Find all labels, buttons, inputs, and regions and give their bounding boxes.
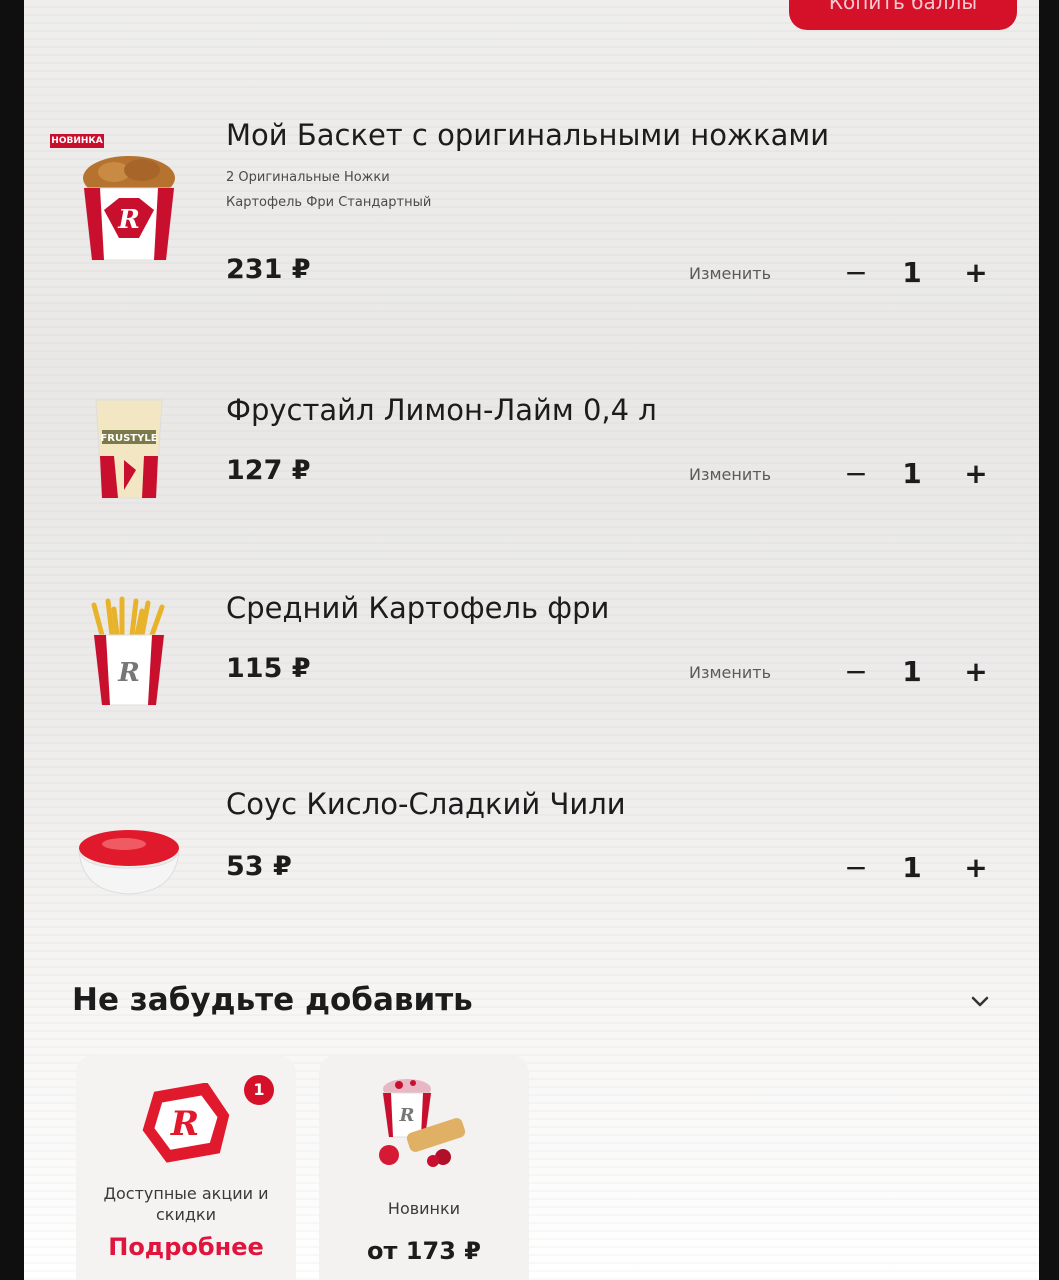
promotions-card[interactable]: R 1 Доступные акции и скидки Подробнее	[76, 1055, 296, 1280]
sauce-image	[78, 830, 180, 895]
drink-cup-image: FRUSTYLE	[95, 399, 163, 499]
new-products-card[interactable]: R Новинки от 173 ₽	[319, 1055, 529, 1280]
svg-text:R: R	[170, 1104, 199, 1144]
basket-image: R	[83, 156, 175, 261]
item-price: 127 ₽	[226, 455, 311, 486]
decrease-quantity-button[interactable]: −	[836, 655, 876, 688]
change-button[interactable]: Изменить	[689, 465, 771, 484]
card-label: Доступные акции и	[103, 1184, 269, 1203]
new-products-icon: R	[379, 1079, 466, 1167]
card-label: скидки	[156, 1205, 216, 1224]
fries-image: R	[91, 596, 165, 706]
item-name: Соус Кисло-Сладкий Чили	[226, 787, 626, 821]
notification-badge: 1	[244, 1075, 274, 1105]
svg-text:FRUSTYLE: FRUSTYLE	[100, 433, 157, 444]
change-button[interactable]: Изменить	[689, 264, 771, 283]
svg-text:R: R	[117, 658, 140, 688]
rostics-logo-icon: R	[142, 1083, 230, 1163]
suggestions-title: Не забудьте добавить	[72, 982, 473, 1018]
increase-quantity-button[interactable]: +	[956, 457, 996, 490]
decrease-quantity-button[interactable]: −	[836, 457, 876, 490]
decrease-quantity-button[interactable]: −	[836, 256, 876, 289]
item-name: Средний Картофель фри	[226, 591, 610, 625]
increase-quantity-button[interactable]: +	[956, 851, 996, 884]
item-name: Фрустайл Лимон-Лайм 0,4 л	[226, 393, 657, 427]
quantity-value: 1	[902, 655, 922, 688]
svg-text:R: R	[117, 205, 140, 235]
card-price: от 173 ₽	[367, 1237, 481, 1265]
card-label: Новинки	[387, 1199, 461, 1218]
item-price: 115 ₽	[226, 653, 311, 684]
item-name: Мой Баскет с оригинальными ножками	[226, 118, 830, 152]
cart-screen: Копить баллы НОВИНКА R Мой Баскет с ориг…	[24, 0, 1039, 1280]
quantity-value: 1	[902, 851, 922, 884]
item-detail: 2 Оригинальные Ножки	[226, 170, 390, 185]
item-price: 53 ₽	[226, 851, 292, 882]
quantity-value: 1	[902, 256, 922, 289]
item-detail: Картофель Фри Стандартный	[226, 195, 432, 210]
new-badge: НОВИНКА	[50, 134, 104, 148]
collect-points-button[interactable]: Копить баллы	[789, 0, 1017, 30]
increase-quantity-button[interactable]: +	[956, 655, 996, 688]
more-details-link[interactable]: Подробнее	[76, 1233, 296, 1261]
decrease-quantity-button[interactable]: −	[836, 851, 876, 884]
chevron-down-icon[interactable]	[968, 990, 992, 1014]
quantity-value: 1	[902, 457, 922, 490]
increase-quantity-button[interactable]: +	[956, 256, 996, 289]
svg-text:R: R	[399, 1105, 415, 1126]
item-price: 231 ₽	[226, 254, 311, 285]
change-button[interactable]: Изменить	[689, 663, 771, 682]
